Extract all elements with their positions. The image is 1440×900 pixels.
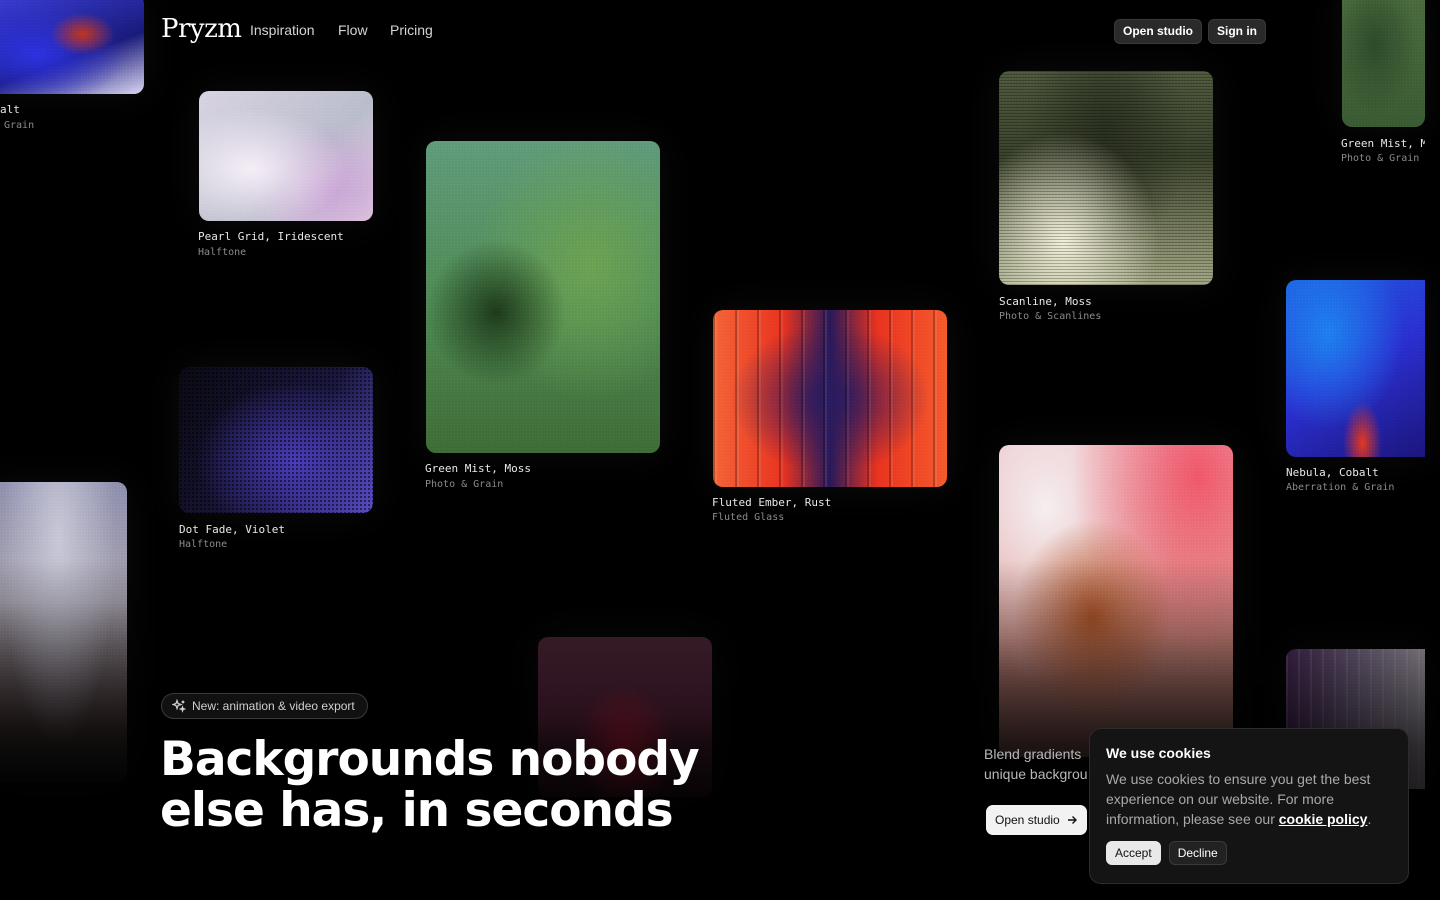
card-thumbnail[interactable] (179, 367, 373, 513)
badge-text: New: animation & video export (192, 699, 355, 713)
cookie-policy-link[interactable]: cookie policy (1279, 811, 1368, 827)
card-subtitle: Photo & Grain (1341, 153, 1420, 164)
card-title: Nebula, Cobalt (1286, 466, 1379, 479)
card-title: Scanline, Moss (999, 295, 1092, 308)
card-subtitle: Photo & Scanlines (999, 311, 1102, 322)
card-thumbnail[interactable] (713, 310, 947, 487)
cookie-period: . (1367, 811, 1372, 827)
cookie-banner: We use cookies We use cookies to ensure … (1089, 728, 1409, 884)
logo[interactable]: Pryzm (161, 14, 242, 44)
nav-link-inspiration[interactable]: Inspiration (250, 22, 315, 38)
gallery-thumbnail[interactable] (0, 482, 127, 782)
open-studio-button[interactable]: Open studio (1114, 19, 1202, 44)
card-subtitle: Grain (4, 120, 35, 131)
card-title: Green Mist, Moss (425, 462, 531, 475)
decline-button[interactable]: Decline (1168, 841, 1227, 865)
card-title: Green Mist, Mo (1341, 137, 1425, 150)
card-title: alt (0, 103, 20, 116)
sparkle-icon (172, 699, 186, 713)
announcement-badge[interactable]: New: animation & video export (161, 693, 368, 719)
headline-line-1: Backgrounds nobody (160, 732, 700, 787)
nav-link-flow[interactable]: Flow (338, 22, 368, 38)
nav-link-pricing[interactable]: Pricing (390, 22, 433, 38)
hero-open-studio-button[interactable]: Open studio (986, 805, 1087, 835)
card-subtitle: Photo & Grain (425, 479, 504, 490)
card-thumbnail[interactable] (426, 141, 660, 453)
card-thumbnail[interactable] (1342, 0, 1425, 127)
card-subtitle: Fluted Glass (712, 512, 785, 523)
card-title: Fluted Ember, Rust (712, 496, 832, 509)
card-subtitle: Aberration & Grain (1286, 482, 1395, 493)
cookie-actions: Accept Decline (1106, 841, 1392, 865)
cta-label: Open studio (995, 813, 1060, 827)
card-thumbnail[interactable] (199, 91, 373, 221)
cookie-title: We use cookies (1106, 745, 1211, 761)
sign-in-button[interactable]: Sign in (1208, 19, 1266, 44)
card-thumbnail[interactable] (1286, 280, 1425, 457)
card-title: Dot Fade, Violet (179, 523, 285, 536)
cookie-body: We use cookies to ensure you get the bes… (1106, 769, 1392, 829)
arrow-right-icon (1066, 814, 1078, 826)
accept-button[interactable]: Accept (1106, 841, 1161, 865)
gallery-thumbnail[interactable] (999, 445, 1233, 757)
card-subtitle: Halftone (198, 247, 247, 258)
card-subtitle: Halftone (179, 539, 228, 550)
card-thumbnail[interactable] (999, 71, 1213, 285)
hero-headline: Backgrounds nobody else has, in seconds (160, 734, 780, 836)
headline-line-2: else has, in seconds (160, 783, 674, 838)
card-thumbnail[interactable] (0, 0, 144, 94)
card-title: Pearl Grid, Iridescent (198, 230, 344, 243)
